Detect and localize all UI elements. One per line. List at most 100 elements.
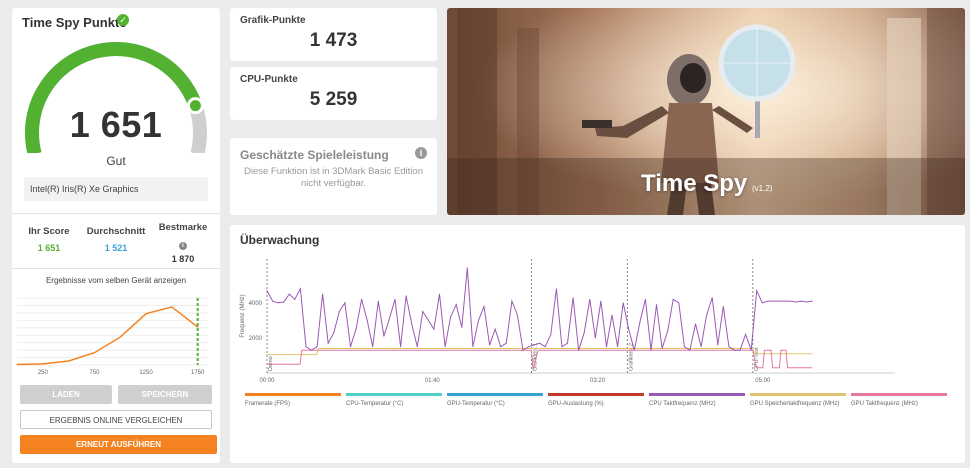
legend-item[interactable]: Framerate (FPS) [245,393,341,407]
cpu-clock-point [349,346,351,348]
legend-item[interactable]: CPU-Temperatur (°C) [346,393,442,407]
stat-value: 1 521 [104,243,128,253]
cpu-clock-point [806,301,808,303]
cpu-clock-point [683,346,685,348]
cpu-clock-point [383,335,385,337]
cpu-clock-point [739,349,741,351]
cpu-clock-point [277,302,279,304]
distribution-point [93,352,96,354]
cpu-clock-point [539,342,541,344]
distribution-point [68,360,70,362]
info-icon[interactable]: i [179,242,187,250]
cpu-clock-point [761,302,763,304]
distribution-chart: 250 750 1250 1750 [16,297,208,376]
graphics-score-label: Grafik-Punkte [240,15,306,26]
cpu-clock-point [288,293,290,295]
monitoring-chart: Frequenz (MHz)2000 4000 00:00 01:40 03:20 05:… [240,259,895,384]
game-performance-title: Geschätzte Spieleleistung [240,148,389,162]
legend-swatch [851,393,947,396]
total-score: 1 651 [69,104,163,145]
cpu-clock-point [322,293,324,295]
same-device-link[interactable]: Ergebnisse vom selben Gerät anzeigen [12,276,220,285]
cpu-clock-point [672,298,674,300]
gpu-name: Intel(R) Iris(R) Xe Graphics [24,177,208,201]
cpu-clock-point [561,346,563,348]
cpu-clock-line [266,267,813,352]
score-title: Time Spy Punkte [22,15,127,30]
info-icon[interactable]: i [415,147,427,159]
cpu-clock-point [622,302,624,304]
cpu-clock-point [305,346,307,348]
legend-swatch [447,393,543,396]
save-button[interactable]: SPEICHERN [118,385,212,404]
cpu-clock-point [327,342,329,344]
benchmark-title: Time Spy [641,170,748,197]
stat-your-score: Ihr Score 1 651 [16,226,82,253]
cpu-clock-point [411,323,413,325]
cpu-clock-point [555,288,557,290]
cpu-clock-point [394,298,396,300]
distribution-point [197,326,199,328]
benchmark-version: (v1.2) [752,184,773,193]
y-tick-label: 4000 [249,301,263,307]
rerun-button[interactable]: ERNEUT AUSFÜHREN [20,435,217,454]
cpu-clock-point [528,346,530,348]
load-button[interactable]: LADEN [20,385,112,404]
game-performance-message: Diese Funktion ist in 3DMark Basic Editi… [244,166,423,189]
mirror-disc [718,24,796,102]
cpu-clock-point [717,344,719,346]
cpu-clock-point [405,295,407,297]
cpu-clock-point [667,330,669,332]
legend-item[interactable]: CPU Taktfrequenz (MHz) [649,393,745,407]
cpu-clock-point [272,300,274,302]
phase-label: Demo [268,356,274,371]
x-tick-label: 05:00 [755,378,771,384]
cpu-clock-point [361,298,363,300]
cpu-clock-point [316,346,318,348]
cpu-clock-point [639,321,641,323]
x-tick-label: 1750 [191,370,205,376]
cpu-clock-point [728,346,730,348]
cpu-clock-point [299,288,301,290]
cpu-clock-point [283,301,285,303]
stat-label: Bestmarke [158,222,208,233]
graphics-score-card: Grafik-Punkte 1 473 [230,8,437,61]
compare-online-button[interactable]: ERGEBNIS ONLINE VERGLEICHEN [20,410,212,429]
distribution-line [16,306,199,366]
cpu-clock-point [811,300,813,302]
cpu-clock-point [650,349,652,351]
cpu-clock-point [711,297,713,299]
x-tick-label: 00:00 [259,378,275,384]
y-tick-label: 2000 [249,336,263,342]
distribution-point [171,306,173,308]
cpu-clock-point [600,300,602,302]
monitoring-panel: Überwachung Frequenz (MHz) 2000 4000 00:00 0… [230,225,965,463]
legend-item[interactable]: GPU Taktfrequenz (MHz) [851,393,947,407]
cpu-clock-point [611,314,613,316]
cpu-clock-point [422,311,424,313]
benchmark-hero-image: Time Spy (v1.2) [447,8,965,215]
legend-swatch [245,393,341,396]
score-rating: Gut [106,154,126,168]
cpu-clock-point [767,300,769,302]
gpu-clock-line [267,349,813,370]
legend-item[interactable]: GPU Speichertaktfrequenz (MHz) [750,393,846,407]
legend-label: CPU Taktfrequenz (MHz) [649,401,716,407]
stat-value: 1 651 [37,243,61,253]
legend-item[interactable]: GPU-Temperatur (°C) [447,393,543,407]
divider [12,213,220,214]
y-axis-label: Frequenz (MHz) [240,294,246,337]
cpu-clock-point [338,311,340,313]
graphics-score-value: 1 473 [309,30,358,51]
cpu-clock-point [450,316,452,318]
legend-item[interactable]: GPU-Auslastung (%) [548,393,644,407]
distribution-point [119,336,121,338]
cpu-clock-point [333,332,335,334]
cpu-score-label: CPU-Punkte [240,74,298,85]
cpu-clock-point [533,344,535,346]
cpu-clock-point [644,298,646,300]
cpu-clock-point [489,344,491,346]
cpu-clock-point [695,323,697,325]
stat-average: Durchschnitt 1 521 [83,226,149,253]
x-tick-label: 250 [38,370,49,376]
